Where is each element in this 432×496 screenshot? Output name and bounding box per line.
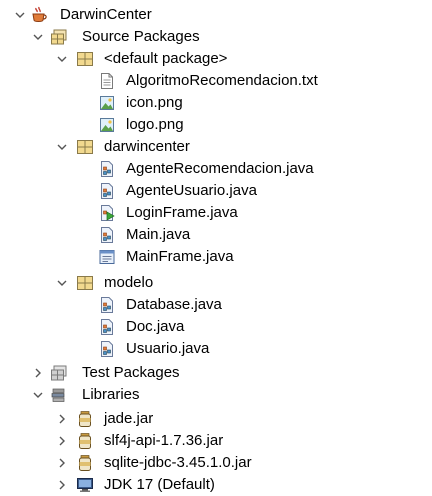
tree-node-file[interactable]: AgenteRecomendacion.java [0, 158, 432, 180]
project-label: DarwinCenter [60, 6, 152, 23]
java-class-icon [98, 226, 116, 244]
chevron-down-icon[interactable] [54, 136, 70, 158]
chevron-right-icon[interactable] [54, 408, 70, 430]
image-file-icon [98, 94, 116, 112]
tree-node-file[interactable]: AlgoritmoRecomendacion.txt [0, 70, 432, 92]
chevron-down-icon[interactable] [12, 4, 28, 26]
package-icon [76, 138, 94, 156]
tree-node-file[interactable]: icon.png [0, 92, 432, 114]
tree-node-file[interactable]: Main.java [0, 224, 432, 246]
file-label: AlgoritmoRecomendacion.txt [126, 72, 318, 89]
package-label: darwincenter [104, 138, 190, 155]
tree-node-file[interactable]: AgenteUsuario.java [0, 180, 432, 202]
tree-node-library[interactable]: slf4j-api-1.7.36.jar [0, 430, 432, 452]
tree-node-test-packages[interactable]: Test Packages [0, 362, 432, 384]
file-label: AgenteUsuario.java [126, 182, 257, 199]
chevron-right-icon[interactable] [54, 474, 70, 496]
file-label: Doc.java [126, 318, 185, 335]
java-class-icon [98, 340, 116, 358]
tree-node-darwincenter-package[interactable]: darwincenter [0, 136, 432, 158]
jdk-icon [76, 476, 94, 494]
file-label: Main.java [126, 226, 191, 243]
tree-node-file[interactable]: Database.java [0, 294, 432, 316]
tree-node-source-packages[interactable]: Source Packages [0, 26, 432, 48]
test-packages-label: Test Packages [82, 364, 180, 381]
tree-node-file[interactable]: MainFrame.java [0, 246, 432, 268]
chevron-down-icon[interactable] [30, 26, 46, 48]
file-label: logo.png [126, 116, 184, 133]
chevron-right-icon[interactable] [54, 430, 70, 452]
tree-node-modelo-package[interactable]: modelo [0, 272, 432, 294]
package-label: modelo [104, 274, 154, 291]
tree-node-default-package[interactable]: <default package> [0, 48, 432, 70]
java-class-icon [98, 318, 116, 336]
default-package-label: <default package> [104, 50, 228, 67]
java-class-icon [98, 182, 116, 200]
jar-icon [76, 454, 94, 472]
file-label: AgenteRecomendacion.java [126, 160, 314, 177]
tree-node-project[interactable]: DarwinCenter [0, 4, 432, 26]
file-label: LoginFrame.java [126, 204, 238, 221]
file-label: MainFrame.java [126, 248, 234, 265]
tree-node-libraries[interactable]: Libraries [0, 384, 432, 406]
file-label: Usuario.java [126, 340, 210, 357]
tree-node-library[interactable]: jade.jar [0, 408, 432, 430]
project-tree: { "tree": { "project": { "label": "Darwi… [0, 0, 432, 496]
java-project-icon [30, 6, 48, 24]
package-icon [76, 50, 94, 68]
java-form-icon [98, 248, 116, 266]
source-packages-label: Source Packages [82, 28, 200, 45]
package-icon [76, 274, 94, 292]
library-label: sqlite-jdbc-3.45.1.0.jar [104, 454, 252, 471]
tree-node-library[interactable]: JDK 17 (Default) [0, 474, 432, 496]
test-packages-icon [50, 364, 68, 382]
tree-node-library[interactable]: sqlite-jdbc-3.45.1.0.jar [0, 452, 432, 474]
tree-node-file[interactable]: Usuario.java [0, 338, 432, 360]
text-file-icon [98, 72, 116, 90]
chevron-down-icon[interactable] [54, 48, 70, 70]
chevron-right-icon[interactable] [54, 452, 70, 474]
library-label: slf4j-api-1.7.36.jar [104, 432, 224, 449]
libraries-label: Libraries [82, 386, 140, 403]
jar-icon [76, 410, 94, 428]
java-class-icon [98, 160, 116, 178]
tree-node-file[interactable]: Doc.java [0, 316, 432, 338]
jar-icon [76, 432, 94, 450]
tree-node-file[interactable]: LoginFrame.java [0, 202, 432, 224]
source-packages-icon [50, 28, 68, 46]
library-label: JDK 17 (Default) [104, 476, 215, 493]
image-file-icon [98, 116, 116, 134]
library-label: jade.jar [104, 410, 154, 427]
chevron-right-icon[interactable] [30, 362, 46, 384]
java-class-icon [98, 296, 116, 314]
chevron-down-icon[interactable] [30, 384, 46, 406]
file-label: icon.png [126, 94, 183, 111]
tree-node-file[interactable]: logo.png [0, 114, 432, 136]
chevron-down-icon[interactable] [54, 272, 70, 294]
libraries-icon [50, 386, 68, 404]
file-label: Database.java [126, 296, 222, 313]
java-main-class-icon [98, 204, 116, 222]
